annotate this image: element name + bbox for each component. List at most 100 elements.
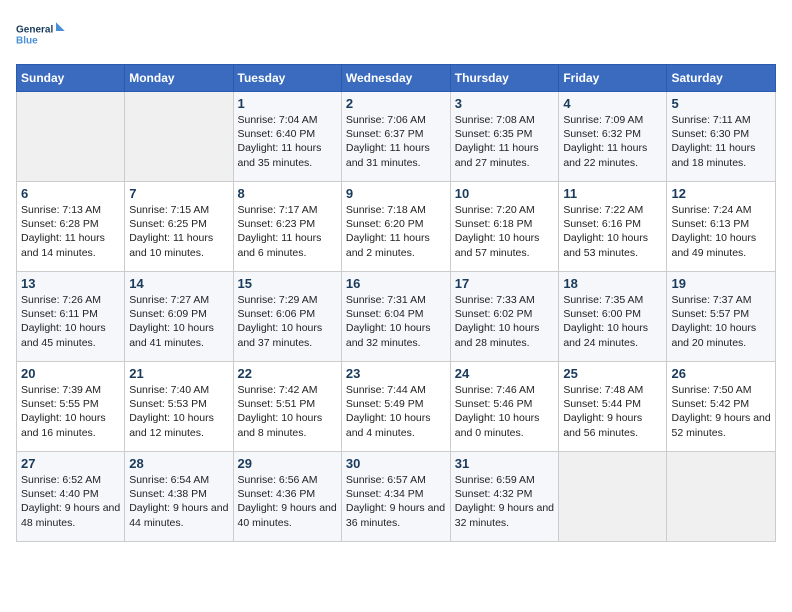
- calendar-cell: 8Sunrise: 7:17 AMSunset: 6:23 PMDaylight…: [233, 182, 341, 272]
- calendar-cell: 4 Sunrise: 7:09 AMSunset: 6:32 PMDaylight…: [559, 92, 667, 182]
- cell-content: Sunrise: 7:33 AMSunset: 6:02 PMDaylight:…: [455, 293, 555, 350]
- calendar-cell: 15 Sunrise: 7:29 AMSunset: 6:06 PMDayligh…: [233, 272, 341, 362]
- calendar-cell: [667, 452, 776, 542]
- calendar-cell: 30 Sunrise: 6:57 AMSunset: 4:34 PMDayligh…: [341, 452, 450, 542]
- weekday-header: Wednesday: [341, 65, 450, 92]
- cell-content: Sunrise: 6:54 AMSunset: 4:38 PMDaylight:…: [129, 473, 228, 530]
- day-number: 22: [238, 366, 337, 381]
- calendar-cell: 25 Sunrise: 7:48 AMSunset: 5:44 PMDayligh…: [559, 362, 667, 452]
- calendar-cell: 22 Sunrise: 7:42 AMSunset: 5:51 PMDayligh…: [233, 362, 341, 452]
- calendar-week-row: 13Sunrise: 7:26 AMSunset: 6:11 PMDayligh…: [17, 272, 776, 362]
- calendar-cell: 6Sunrise: 7:13 AMSunset: 6:28 PMDaylight…: [17, 182, 125, 272]
- day-number: 12: [671, 186, 771, 201]
- calendar-cell: 5 Sunrise: 7:11 AMSunset: 6:30 PMDaylight…: [667, 92, 776, 182]
- cell-content: Sunrise: 7:31 AMSunset: 6:04 PMDaylight:…: [346, 293, 446, 350]
- calendar-cell: 20 Sunrise: 7:39 AMSunset: 5:55 PMDayligh…: [17, 362, 125, 452]
- cell-content: Sunrise: 7:13 AMSunset: 6:28 PMDaylight:…: [21, 203, 120, 260]
- day-number: 25: [563, 366, 662, 381]
- calendar-cell: 28 Sunrise: 6:54 AMSunset: 4:38 PMDayligh…: [125, 452, 233, 542]
- calendar-cell: 24 Sunrise: 7:46 AMSunset: 5:46 PMDayligh…: [450, 362, 559, 452]
- calendar-cell: 3Sunrise: 7:08 AMSunset: 6:35 PMDaylight…: [450, 92, 559, 182]
- day-number: 30: [346, 456, 446, 471]
- day-number: 7: [129, 186, 228, 201]
- calendar-table: SundayMondayTuesdayWednesdayThursdayFrid…: [16, 64, 776, 542]
- page-header: General Blue: [16, 16, 776, 56]
- calendar-cell: 31Sunrise: 6:59 AMSunset: 4:32 PMDayligh…: [450, 452, 559, 542]
- day-number: 8: [238, 186, 337, 201]
- day-number: 17: [455, 276, 555, 291]
- logo: General Blue: [16, 16, 66, 56]
- calendar-cell: 10 Sunrise: 7:20 AMSunset: 6:18 PMDayligh…: [450, 182, 559, 272]
- day-number: 21: [129, 366, 228, 381]
- calendar-cell: 16Sunrise: 7:31 AMSunset: 6:04 PMDayligh…: [341, 272, 450, 362]
- cell-content: Sunrise: 6:52 AMSunset: 4:40 PMDaylight:…: [21, 473, 120, 530]
- day-number: 15: [238, 276, 337, 291]
- day-number: 14: [129, 276, 228, 291]
- day-number: 2: [346, 96, 446, 111]
- day-number: 9: [346, 186, 446, 201]
- calendar-cell: 19Sunrise: 7:37 AMSunset: 5:57 PMDayligh…: [667, 272, 776, 362]
- weekday-header: Thursday: [450, 65, 559, 92]
- calendar-cell: [559, 452, 667, 542]
- cell-content: Sunrise: 7:39 AMSunset: 5:55 PMDaylight:…: [21, 383, 120, 440]
- calendar-cell: 23 Sunrise: 7:44 AMSunset: 5:49 PMDayligh…: [341, 362, 450, 452]
- calendar-cell: 13Sunrise: 7:26 AMSunset: 6:11 PMDayligh…: [17, 272, 125, 362]
- calendar-cell: [125, 92, 233, 182]
- calendar-week-row: 6Sunrise: 7:13 AMSunset: 6:28 PMDaylight…: [17, 182, 776, 272]
- cell-content: Sunrise: 7:09 AMSunset: 6:32 PMDaylight:…: [563, 113, 662, 170]
- calendar-cell: 29Sunrise: 6:56 AMSunset: 4:36 PMDayligh…: [233, 452, 341, 542]
- cell-content: Sunrise: 7:40 AMSunset: 5:53 PMDaylight:…: [129, 383, 228, 440]
- cell-content: Sunrise: 7:35 AMSunset: 6:00 PMDaylight:…: [563, 293, 662, 350]
- cell-content: Sunrise: 7:08 AMSunset: 6:35 PMDaylight:…: [455, 113, 555, 170]
- day-number: 10: [455, 186, 555, 201]
- weekday-header-row: SundayMondayTuesdayWednesdayThursdayFrid…: [17, 65, 776, 92]
- cell-content: Sunrise: 7:04 AMSunset: 6:40 PMDaylight:…: [238, 113, 337, 170]
- day-number: 4: [563, 96, 662, 111]
- day-number: 19: [671, 276, 771, 291]
- cell-content: Sunrise: 7:27 AMSunset: 6:09 PMDaylight:…: [129, 293, 228, 350]
- svg-text:Blue: Blue: [16, 36, 38, 47]
- day-number: 11: [563, 186, 662, 201]
- cell-content: Sunrise: 7:20 AMSunset: 6:18 PMDaylight:…: [455, 203, 555, 260]
- calendar-cell: 27 Sunrise: 6:52 AMSunset: 4:40 PMDayligh…: [17, 452, 125, 542]
- calendar-cell: 9 Sunrise: 7:18 AMSunset: 6:20 PMDaylight…: [341, 182, 450, 272]
- calendar-cell: 21 Sunrise: 7:40 AMSunset: 5:53 PMDayligh…: [125, 362, 233, 452]
- cell-content: Sunrise: 6:56 AMSunset: 4:36 PMDaylight:…: [238, 473, 337, 530]
- cell-content: Sunrise: 7:48 AMSunset: 5:44 PMDaylight:…: [563, 383, 662, 440]
- cell-content: Sunrise: 7:46 AMSunset: 5:46 PMDaylight:…: [455, 383, 555, 440]
- calendar-cell: 17 Sunrise: 7:33 AMSunset: 6:02 PMDayligh…: [450, 272, 559, 362]
- day-number: 20: [21, 366, 120, 381]
- cell-content: Sunrise: 7:44 AMSunset: 5:49 PMDaylight:…: [346, 383, 446, 440]
- cell-content: Sunrise: 7:15 AMSunset: 6:25 PMDaylight:…: [129, 203, 228, 260]
- day-number: 1: [238, 96, 337, 111]
- weekday-header: Tuesday: [233, 65, 341, 92]
- cell-content: Sunrise: 7:18 AMSunset: 6:20 PMDaylight:…: [346, 203, 446, 260]
- day-number: 31: [455, 456, 555, 471]
- day-number: 24: [455, 366, 555, 381]
- cell-content: Sunrise: 7:50 AMSunset: 5:42 PMDaylight:…: [671, 383, 771, 440]
- cell-content: Sunrise: 7:26 AMSunset: 6:11 PMDaylight:…: [21, 293, 120, 350]
- calendar-cell: [17, 92, 125, 182]
- cell-content: Sunrise: 7:11 AMSunset: 6:30 PMDaylight:…: [671, 113, 771, 170]
- weekday-header: Saturday: [667, 65, 776, 92]
- calendar-cell: 1 Sunrise: 7:04 AMSunset: 6:40 PMDaylight…: [233, 92, 341, 182]
- cell-content: Sunrise: 7:06 AMSunset: 6:37 PMDaylight:…: [346, 113, 446, 170]
- calendar-cell: 12 Sunrise: 7:24 AMSunset: 6:13 PMDayligh…: [667, 182, 776, 272]
- cell-content: Sunrise: 7:42 AMSunset: 5:51 PMDaylight:…: [238, 383, 337, 440]
- cell-content: Sunrise: 7:29 AMSunset: 6:06 PMDaylight:…: [238, 293, 337, 350]
- calendar-cell: 11 Sunrise: 7:22 AMSunset: 6:16 PMDayligh…: [559, 182, 667, 272]
- calendar-cell: 26Sunrise: 7:50 AMSunset: 5:42 PMDayligh…: [667, 362, 776, 452]
- day-number: 18: [563, 276, 662, 291]
- calendar-week-row: 20 Sunrise: 7:39 AMSunset: 5:55 PMDayligh…: [17, 362, 776, 452]
- day-number: 27: [21, 456, 120, 471]
- svg-text:General: General: [16, 24, 53, 35]
- day-number: 28: [129, 456, 228, 471]
- day-number: 5: [671, 96, 771, 111]
- cell-content: Sunrise: 7:22 AMSunset: 6:16 PMDaylight:…: [563, 203, 662, 260]
- calendar-cell: 14 Sunrise: 7:27 AMSunset: 6:09 PMDayligh…: [125, 272, 233, 362]
- calendar-week-row: 27 Sunrise: 6:52 AMSunset: 4:40 PMDayligh…: [17, 452, 776, 542]
- day-number: 23: [346, 366, 446, 381]
- calendar-week-row: 1 Sunrise: 7:04 AMSunset: 6:40 PMDaylight…: [17, 92, 776, 182]
- cell-content: Sunrise: 6:57 AMSunset: 4:34 PMDaylight:…: [346, 473, 446, 530]
- cell-content: Sunrise: 7:24 AMSunset: 6:13 PMDaylight:…: [671, 203, 771, 260]
